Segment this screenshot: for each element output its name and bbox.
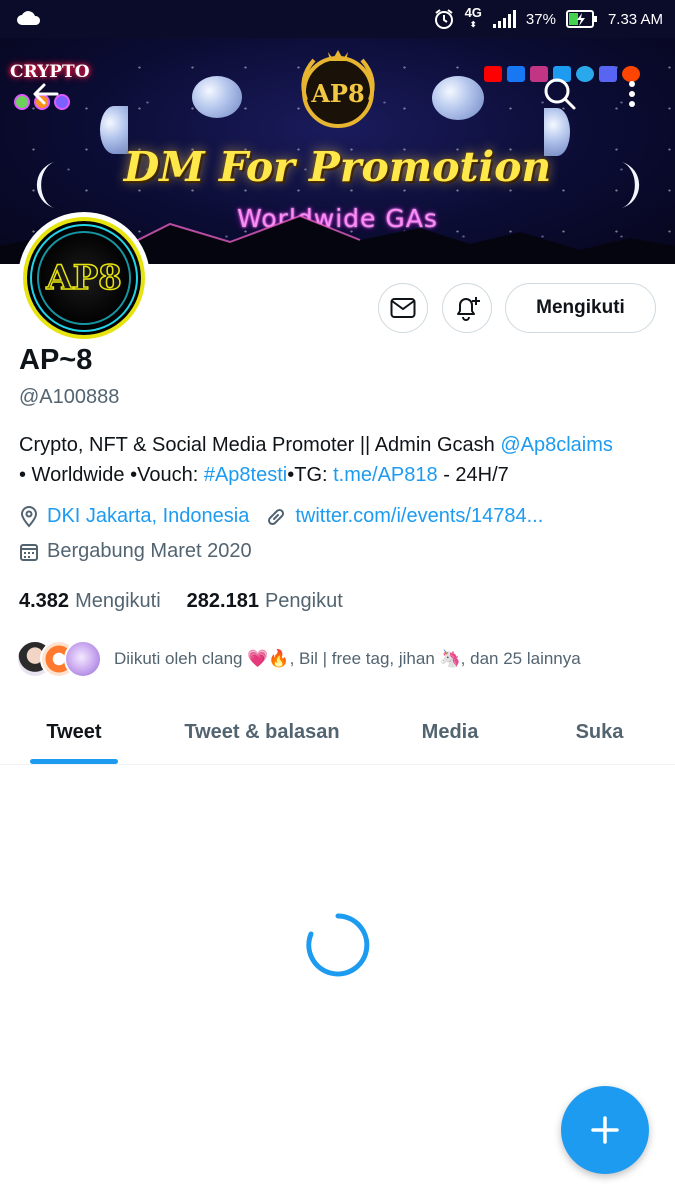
joined-text: Bergabung Maret 2020 xyxy=(47,540,252,562)
tab-likes[interactable]: Suka xyxy=(524,700,675,764)
back-button[interactable] xyxy=(18,66,74,122)
signal-icon xyxy=(492,10,516,28)
profile-handle: @A100888 xyxy=(19,386,120,408)
location-pin-icon xyxy=(20,505,38,528)
clock: 7.33 AM xyxy=(607,10,663,28)
follow-counts: 4.382 Mengikuti 282.181 Pengikut xyxy=(19,590,343,613)
status-bar: 4G ⬍ 37% 7.33 AM xyxy=(0,0,675,38)
message-button[interactable] xyxy=(378,283,428,333)
profile-bio: Crypto, NFT & Social Media Promoter || A… xyxy=(19,430,659,490)
followed-by-row[interactable]: Diikuti oleh clang 💗🔥, Bil | free tag, j… xyxy=(16,640,581,678)
location-text[interactable]: DKI Jakarta, Indonesia xyxy=(47,505,249,528)
loading-spinner-icon xyxy=(306,913,370,977)
website-link[interactable]: twitter.com/i/events/14784... xyxy=(295,505,543,528)
arrow-left-icon xyxy=(33,83,59,105)
telegram-link[interactable]: t.me/AP818 xyxy=(333,464,438,486)
battery-charging-icon xyxy=(565,10,597,28)
profile-name: AP~8 xyxy=(19,344,93,376)
link-icon xyxy=(268,508,285,525)
battery-percent: 37% xyxy=(525,10,556,28)
network-indicator: 4G ⬍ xyxy=(464,5,482,29)
tab-tweet[interactable]: Tweet xyxy=(0,700,148,764)
hashtag-link[interactable]: #Ap8testi xyxy=(204,464,287,486)
more-vertical-icon xyxy=(629,81,635,107)
bio-line-2: • Worldwide •Vouch: #Ap8testi•TG: t.me/A… xyxy=(19,464,509,486)
joined-row: Bergabung Maret 2020 xyxy=(19,540,252,563)
followed-by-text: Diikuti oleh clang 💗🔥, Bil | free tag, j… xyxy=(114,649,581,668)
ap8-logo-text: AP8 xyxy=(310,79,364,108)
avatar-logo: AP8 xyxy=(37,231,131,325)
calendar-icon xyxy=(20,543,38,561)
more-options-button[interactable] xyxy=(604,66,660,122)
tab-media[interactable]: Media xyxy=(376,700,524,764)
mention-link[interactable]: @Ap8claims xyxy=(500,434,613,456)
following-button[interactable]: Mengikuti xyxy=(505,283,656,333)
youtube-icon xyxy=(484,66,502,82)
moon-decoration xyxy=(432,76,484,120)
search-icon xyxy=(544,78,576,110)
cloud-icon xyxy=(17,11,41,25)
following-count-link[interactable]: 4.382 Mengikuti xyxy=(19,590,161,613)
profile-tabs: Tweet Tweet & balasan Media Suka xyxy=(0,700,675,765)
location-website-row: DKI Jakarta, Indonesia twitter.com/i/eve… xyxy=(19,505,543,528)
plus-icon xyxy=(591,1116,619,1144)
moon-decoration xyxy=(192,76,242,118)
ap8-crest-logo: AP8 xyxy=(301,50,375,128)
status-icons: 4G ⬍ 37% 7.33 AM xyxy=(433,0,663,38)
search-button[interactable] xyxy=(532,66,588,122)
tab-tweet-replies[interactable]: Tweet & balasan xyxy=(148,700,376,764)
profile-avatar[interactable]: AP8 xyxy=(18,212,150,344)
compose-tweet-button[interactable] xyxy=(561,1086,649,1174)
followers-count-link[interactable]: 282.181 Pengikut xyxy=(187,590,343,613)
mail-icon xyxy=(390,298,416,318)
notifications-button[interactable] xyxy=(442,283,492,333)
follower-avatar xyxy=(64,640,102,678)
facebook-icon xyxy=(507,66,525,82)
bell-plus-icon xyxy=(457,297,480,321)
bio-line-1: Crypto, NFT & Social Media Promoter || A… xyxy=(19,434,613,456)
banner-headline: DM For Promotion xyxy=(123,143,552,191)
alarm-icon xyxy=(434,9,453,29)
avatar-text: AP8 xyxy=(45,258,122,298)
avatar-image: AP8 xyxy=(23,217,145,339)
